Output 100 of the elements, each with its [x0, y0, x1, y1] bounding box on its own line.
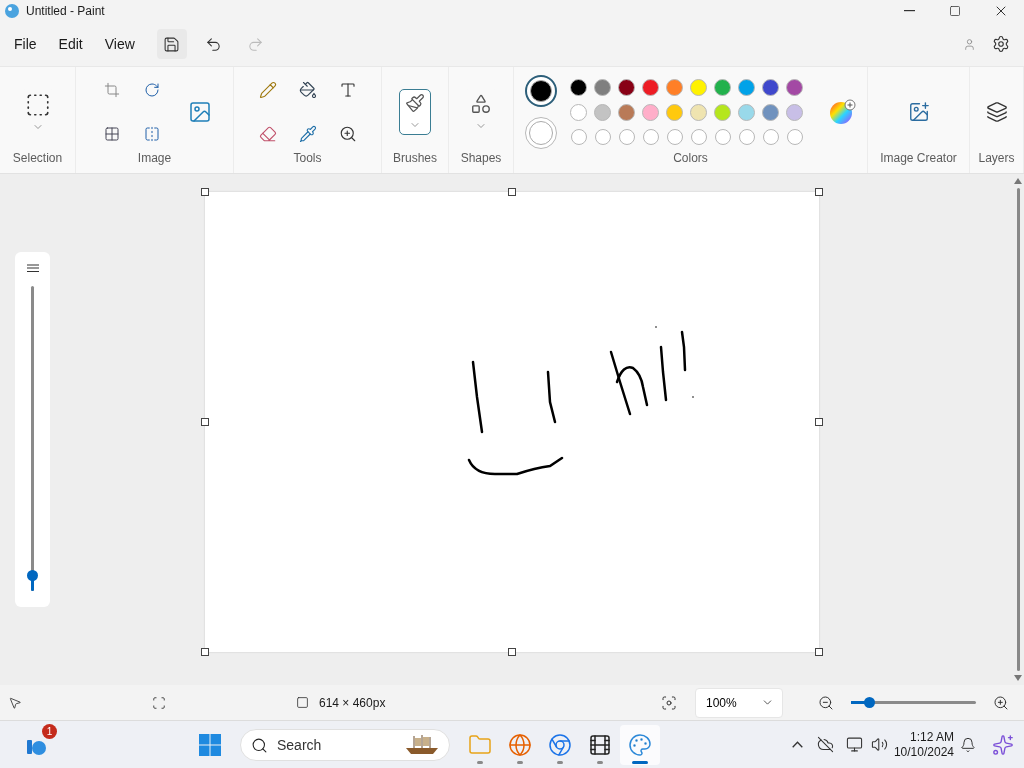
menu-item[interactable]: View: [94, 30, 145, 58]
search-field[interactable]: Search: [239, 728, 450, 761]
empty-color-slot[interactable]: [786, 129, 803, 145]
brushes-button[interactable]: [399, 89, 431, 135]
color-swatch[interactable]: [690, 79, 707, 96]
color-swatch[interactable]: [642, 79, 659, 96]
notification-badge: 1: [42, 723, 57, 739]
canvas-size-icon: [296, 696, 309, 709]
paint-bucket-icon: [298, 81, 317, 99]
scroll-up-icon[interactable]: [1014, 178, 1022, 184]
resize-handle[interactable]: [815, 418, 823, 426]
selection-size-icon: [152, 695, 166, 710]
paint-app-icon: [4, 3, 20, 19]
color-swatch[interactable]: [762, 104, 779, 121]
restore-icon: [949, 5, 961, 17]
resize-handle[interactable]: [508, 188, 516, 196]
empty-color-slot[interactable]: [738, 129, 755, 145]
resize-handle[interactable]: [815, 648, 823, 656]
zoom-in-icon: [993, 694, 1009, 711]
group-label: Tools: [293, 151, 322, 165]
zoom-out-icon: [818, 694, 834, 711]
brush-icon: [405, 93, 425, 113]
search-icon: [250, 736, 268, 754]
color-swatch[interactable]: [762, 79, 779, 96]
group-label: Brushes: [393, 151, 437, 165]
person-icon: [962, 37, 976, 51]
empty-color-slot[interactable]: [594, 129, 611, 145]
zoom-in-icon: [338, 125, 357, 143]
group-label: Shapes: [460, 151, 502, 165]
empty-color-slot[interactable]: [666, 129, 683, 145]
empty-color-slot[interactable]: [762, 129, 779, 145]
canvas-size: 614 × 460px: [319, 695, 386, 710]
film-icon: [587, 732, 612, 757]
grid-icon: [103, 126, 120, 142]
taskbar-app[interactable]: [619, 724, 660, 765]
color-wheel-icon[interactable]: [828, 98, 857, 126]
sparkle-picture-icon: [907, 101, 930, 123]
color-swatch[interactable]: [642, 104, 659, 121]
sparkle-icon: [992, 733, 1014, 756]
resize-handle[interactable]: [201, 418, 209, 426]
slider-thumb[interactable]: [863, 697, 875, 708]
group-label: Image: [137, 151, 172, 165]
pointer-icon: [8, 695, 22, 710]
resize-handle[interactable]: [201, 648, 209, 656]
eyedropper-icon: [298, 125, 317, 143]
picture-icon: [187, 100, 212, 124]
color-swatch[interactable]: [594, 104, 611, 121]
window-title: Untitled - Paint: [26, 4, 106, 18]
color-swatch[interactable]: [714, 104, 731, 121]
zoom-dropdown[interactable]: 100%: [695, 687, 783, 718]
settings-icon: [992, 35, 1010, 53]
color-swatch[interactable]: [786, 79, 803, 96]
windows-logo-icon: [198, 733, 221, 756]
fit-to-window-icon: [661, 694, 677, 711]
eraser-icon: [258, 125, 277, 143]
resize-handle[interactable]: [201, 188, 209, 196]
empty-color-slot[interactable]: [570, 129, 587, 145]
slider-thumb[interactable]: [27, 569, 38, 581]
empty-color-slot[interactable]: [690, 129, 707, 145]
color-swatch[interactable]: [690, 104, 707, 121]
shapes-icon: [470, 92, 492, 115]
widgets-button[interactable]: 1: [14, 722, 58, 767]
dashed-square-icon: [24, 91, 51, 118]
resize-handle[interactable]: [815, 188, 823, 196]
color-swatch[interactable]: [738, 79, 755, 96]
empty-color-slot[interactable]: [714, 129, 731, 145]
undo-icon: [205, 35, 223, 53]
scroll-down-icon[interactable]: [1014, 675, 1022, 681]
palette-icon: [627, 732, 652, 757]
monitor-icon: [845, 736, 863, 753]
save-button[interactable]: [156, 29, 187, 59]
empty-color-slot[interactable]: [642, 129, 659, 145]
chevron-up-icon[interactable]: [791, 741, 803, 748]
group-label: Image Creator: [880, 151, 957, 165]
group-label: Selection: [12, 151, 63, 165]
clock[interactable]: 1:12 AM 10/10/2024: [893, 729, 954, 760]
resize-handle[interactable]: [508, 648, 516, 656]
color-swatch[interactable]: [714, 79, 731, 96]
color-swatch[interactable]: [594, 79, 611, 96]
group-label: Colors: [673, 151, 708, 165]
secondary-color[interactable]: [524, 117, 557, 149]
minimize-icon: [903, 10, 915, 12]
color-swatch[interactable]: [570, 104, 587, 121]
color-swatch[interactable]: [666, 104, 683, 121]
color-swatch[interactable]: [666, 79, 683, 96]
folder-icon: [467, 732, 492, 757]
empty-color-slot[interactable]: [618, 129, 635, 145]
primary-color[interactable]: [524, 75, 557, 107]
crop-icon: [103, 82, 120, 98]
color-swatch[interactable]: [618, 79, 635, 96]
color-swatch[interactable]: [618, 104, 635, 121]
color-swatch[interactable]: [786, 104, 803, 121]
bell-icon: [960, 736, 976, 753]
menu-item[interactable]: Edit: [48, 30, 93, 58]
menu-item[interactable]: File: [4, 30, 47, 58]
pencil-icon: [258, 81, 277, 99]
rotate-icon: [143, 82, 160, 98]
color-swatch[interactable]: [738, 104, 755, 121]
text-icon: [338, 81, 357, 99]
color-swatch[interactable]: [570, 79, 587, 96]
